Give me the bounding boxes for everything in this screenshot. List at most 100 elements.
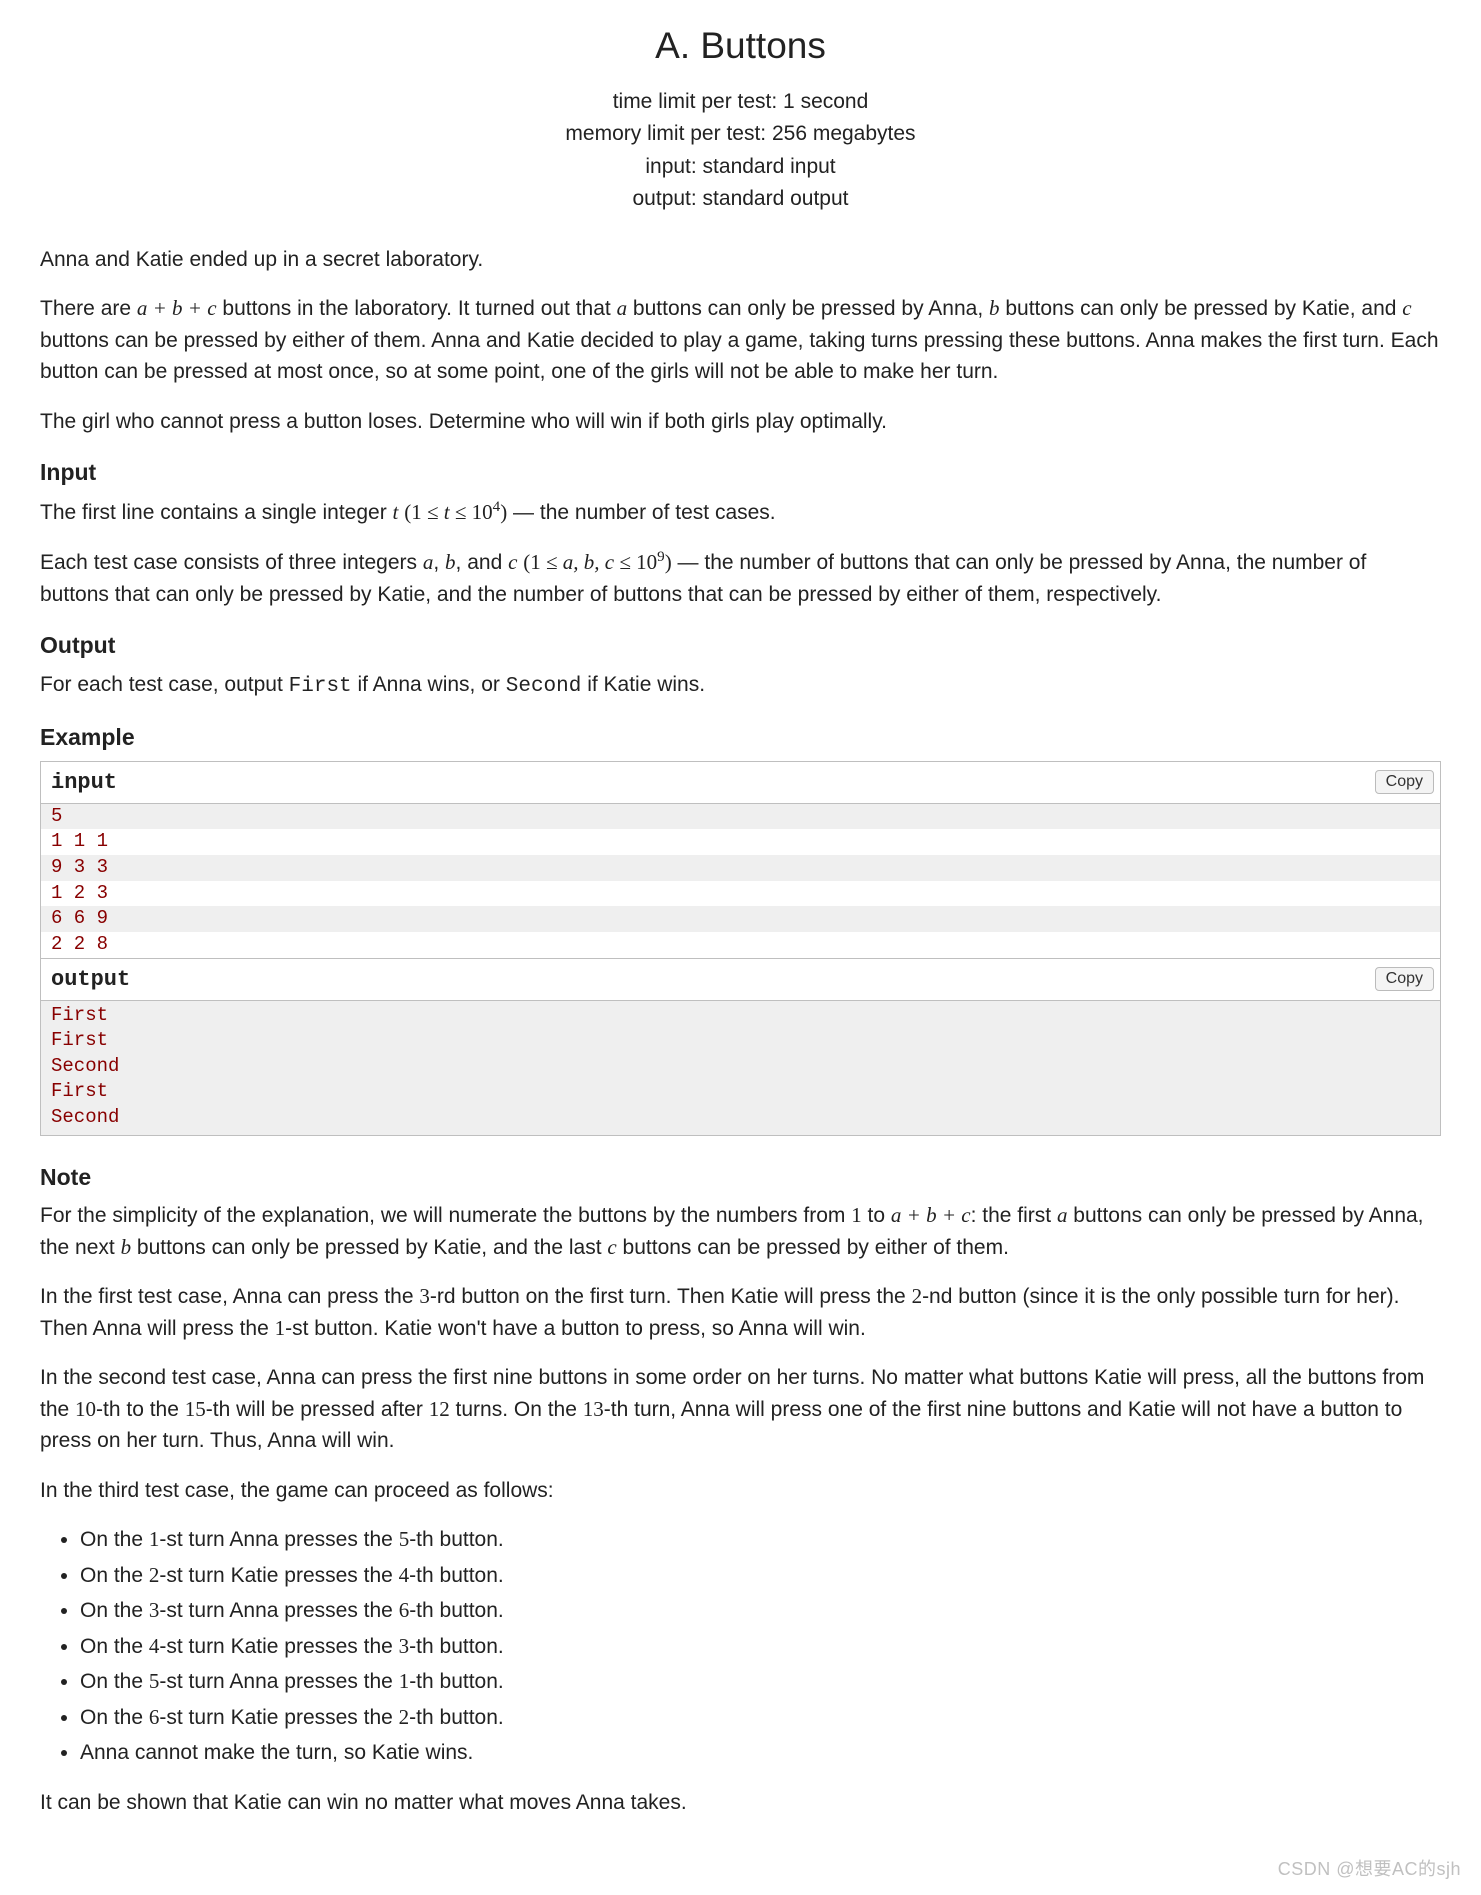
- input-line: 1 2 3: [41, 881, 1440, 907]
- text: turns. On the: [450, 1398, 583, 1421]
- step-item: On the 2-st turn Katie presses the 4-th …: [80, 1560, 1441, 1592]
- num: 13: [583, 1397, 604, 1421]
- math-abc-range: (1 ≤ a, b, c ≤ 109): [523, 550, 671, 574]
- note-heading: Note: [40, 1160, 1441, 1195]
- text: For each test case, output: [40, 673, 289, 696]
- text: -th to the: [96, 1398, 185, 1421]
- time-limit: time limit per test: 1 second: [40, 86, 1441, 119]
- num: 2: [912, 1284, 923, 1308]
- input-paragraph-2: Each test case consists of three integer…: [40, 546, 1441, 610]
- text: For the simplicity of the explanation, w…: [40, 1204, 851, 1227]
- input-mode: input: standard input: [40, 151, 1441, 184]
- input-line: 6 6 9: [41, 906, 1440, 932]
- output-paragraph: For each test case, output First if Anna…: [40, 669, 1441, 703]
- note-paragraph-5: It can be shown that Katie can win no ma…: [40, 1787, 1441, 1819]
- num: 15: [185, 1397, 206, 1421]
- text: In the first test case, Anna can press t…: [40, 1285, 419, 1308]
- input-line: 1 1 1: [41, 829, 1440, 855]
- intro-paragraph-2: There are a + b + c buttons in the labor…: [40, 293, 1441, 388]
- math-b: b: [989, 296, 1000, 320]
- step-item: On the 3-st turn Anna presses the 6-th b…: [80, 1595, 1441, 1627]
- text: ≤ 10: [450, 500, 493, 524]
- literal-second: Second: [506, 675, 582, 698]
- text: — the number of test cases.: [507, 501, 775, 524]
- math-c: c: [607, 1235, 616, 1259]
- text: , and: [456, 551, 509, 574]
- text: buttons in the laboratory. It turned out…: [217, 297, 617, 320]
- math-abc: a + b + c: [891, 1203, 971, 1227]
- text: buttons can be pressed by either of them…: [617, 1236, 1009, 1259]
- text: ≤ 10: [614, 550, 657, 574]
- output-mode: output: standard output: [40, 183, 1441, 216]
- note-paragraph-3: In the second test case, Anna can press …: [40, 1362, 1441, 1457]
- num: 12: [429, 1397, 450, 1421]
- problem-title: A. Buttons: [40, 18, 1441, 74]
- text: buttons can be pressed by either of them…: [40, 329, 1439, 384]
- math-abc-list: a, b, c: [563, 550, 614, 574]
- example-output-block: output Copy First First Second First Sec…: [40, 959, 1441, 1136]
- num: 10: [75, 1397, 96, 1421]
- example-heading: Example: [40, 720, 1441, 755]
- text: The first line contains a single integer: [40, 501, 393, 524]
- num: 3: [419, 1284, 430, 1308]
- num: 1: [275, 1316, 286, 1340]
- math-c: c: [508, 550, 517, 574]
- input-line: 5: [41, 804, 1440, 830]
- input-paragraph-1: The first line contains a single integer…: [40, 496, 1441, 529]
- example-input-header: input Copy: [41, 762, 1440, 804]
- memory-limit: memory limit per test: 256 megabytes: [40, 118, 1441, 151]
- text: : the first: [971, 1204, 1057, 1227]
- math-t-range: (1 ≤ t ≤ 104): [404, 500, 507, 524]
- math-t: t: [393, 500, 399, 524]
- literal-first: First: [289, 675, 352, 698]
- text: There are: [40, 297, 137, 320]
- step-item: On the 5-st turn Anna presses the 1-th b…: [80, 1666, 1441, 1698]
- math-a: a: [423, 550, 434, 574]
- input-label: input: [51, 766, 117, 799]
- example-output-body: First First Second First Second: [41, 1001, 1440, 1135]
- num: 1: [851, 1203, 862, 1227]
- output-heading: Output: [40, 628, 1441, 663]
- output-label: output: [51, 963, 130, 996]
- text: to: [862, 1204, 891, 1227]
- math-b: b: [121, 1235, 132, 1259]
- input-line: 9 3 3: [41, 855, 1440, 881]
- note-paragraph-4: In the third test case, the game can pro…: [40, 1475, 1441, 1507]
- note-paragraph-2: In the first test case, Anna can press t…: [40, 1281, 1441, 1344]
- text: (1 ≤: [404, 500, 444, 524]
- text: Each test case consists of three integer…: [40, 551, 423, 574]
- text: (1 ≤: [523, 550, 563, 574]
- watermark: CSDN @想要AC的sjh: [1278, 1856, 1461, 1883]
- text: buttons can only be pressed by Anna,: [627, 297, 989, 320]
- step-item: On the 4-st turn Katie presses the 3-th …: [80, 1631, 1441, 1663]
- math-a: a: [617, 296, 628, 320]
- text: buttons can only be pressed by Katie, an…: [1000, 297, 1403, 320]
- text: if Anna wins, or: [352, 673, 506, 696]
- text: ,: [433, 551, 445, 574]
- text: -th will be pressed after: [206, 1398, 429, 1421]
- example-output-header: output Copy: [41, 959, 1440, 1001]
- math-abc: a + b + c: [137, 296, 217, 320]
- example-input-block: input Copy 51 1 19 3 31 2 36 6 92 2 8: [40, 761, 1441, 959]
- text: ): [665, 550, 672, 574]
- steps-list: On the 1-st turn Anna presses the 5-th b…: [40, 1524, 1441, 1769]
- note-paragraph-1: For the simplicity of the explanation, w…: [40, 1200, 1441, 1263]
- text: -rd button on the first turn. Then Katie…: [430, 1285, 912, 1308]
- math-a: a: [1057, 1203, 1068, 1227]
- intro-paragraph-1: Anna and Katie ended up in a secret labo…: [40, 244, 1441, 276]
- text: -st button. Katie won't have a button to…: [285, 1317, 866, 1340]
- input-line: 2 2 8: [41, 932, 1440, 958]
- math-c: c: [1402, 296, 1411, 320]
- exponent: 9: [657, 549, 665, 565]
- text: buttons can only be pressed by Katie, an…: [131, 1236, 607, 1259]
- math-b: b: [445, 550, 456, 574]
- copy-output-button[interactable]: Copy: [1375, 967, 1434, 991]
- text: if Katie wins.: [581, 673, 705, 696]
- intro-paragraph-3: The girl who cannot press a button loses…: [40, 406, 1441, 438]
- problem-meta: time limit per test: 1 second memory lim…: [40, 86, 1441, 216]
- example-input-body: 51 1 19 3 31 2 36 6 92 2 8: [41, 804, 1440, 958]
- step-item: On the 1-st turn Anna presses the 5-th b…: [80, 1524, 1441, 1556]
- copy-input-button[interactable]: Copy: [1375, 770, 1434, 794]
- input-heading: Input: [40, 455, 1441, 490]
- step-item: On the 6-st turn Katie presses the 2-th …: [80, 1702, 1441, 1734]
